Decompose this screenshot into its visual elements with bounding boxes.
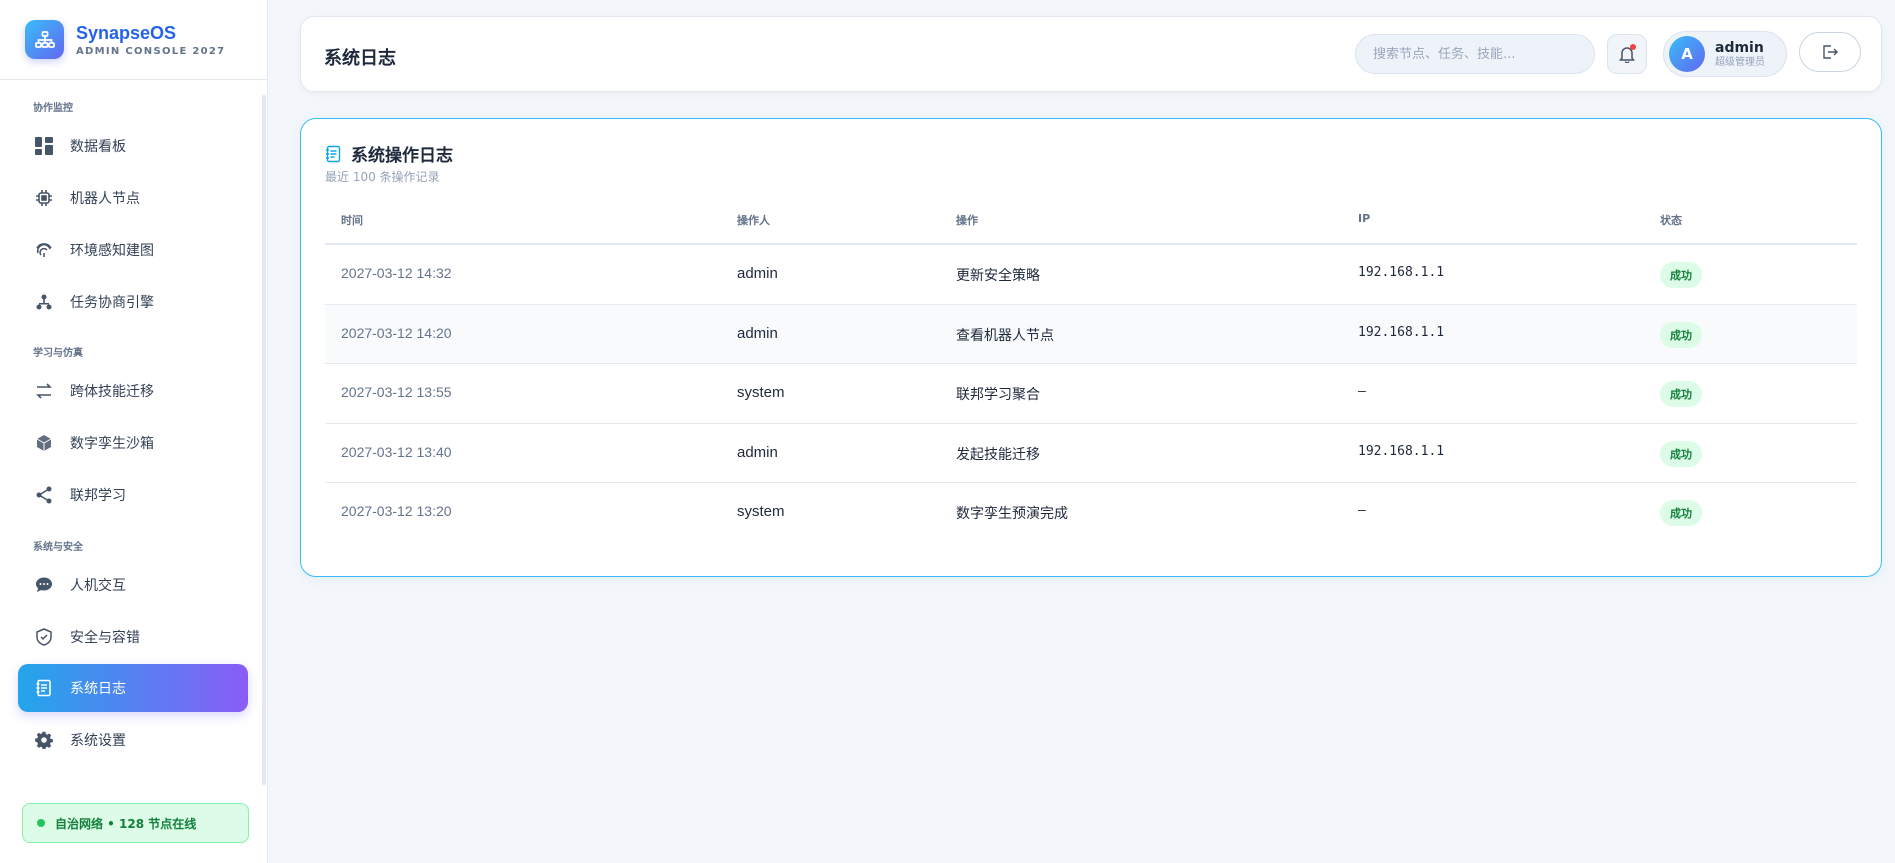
shield-check-icon [34, 627, 54, 647]
sidebar-item-label: 系统日志 [70, 681, 126, 697]
hierarchy-icon [34, 292, 54, 312]
page-title: 系统日志 [324, 48, 396, 69]
chat-bubble-icon [34, 575, 54, 595]
sidebar-item-robot-nodes[interactable]: 机器人节点 [18, 174, 248, 222]
sidebar-item-label: 联邦学习 [70, 488, 126, 504]
cell-operator: admin [737, 324, 778, 342]
sidebar-item-federated-learning[interactable]: 联邦学习 [18, 471, 248, 519]
sidebar-item-skill-transfer[interactable]: 跨体技能迁移 [18, 367, 248, 415]
top-header: 系统日志 A admin 超级管理员 [300, 16, 1882, 92]
sidebar-item-mapping[interactable]: 环境感知建图 [18, 226, 248, 274]
cell-operator: admin [737, 265, 778, 282]
nav-group-learning: 学习与仿真 [33, 348, 83, 359]
sidebar-item-safety[interactable]: 安全与容错 [18, 613, 248, 661]
user-menu[interactable]: A admin 超级管理员 [1663, 31, 1787, 77]
status-badge: 成功 [1660, 262, 1702, 288]
logout-button[interactable] [1799, 32, 1861, 72]
sidebar-item-digital-twin[interactable]: 数字孪生沙箱 [18, 419, 248, 467]
cell-action: 查看机器人节点 [956, 327, 1054, 344]
table-row[interactable]: 2027-03-12 14:20 admin 查看机器人节点 192.168.1… [325, 304, 1857, 364]
avatar: A [1669, 36, 1705, 72]
card-title-text: 系统操作日志 [351, 146, 453, 166]
network-status-badge: 自治网络 • 128 节点在线 [22, 803, 249, 843]
table-row[interactable]: 2027-03-12 13:55 system 联邦学习聚合 — 成功 [325, 364, 1857, 424]
brand-logo-icon [25, 20, 64, 59]
cell-time: 2027-03-12 13:40 [341, 443, 452, 460]
sidebar-item-label: 跨体技能迁移 [70, 384, 154, 400]
cell-ip: — [1358, 384, 1366, 399]
cell-time: 2027-03-12 14:32 [341, 265, 452, 281]
dashboard-icon [34, 136, 54, 156]
sidebar-item-label: 任务协商引擎 [70, 295, 154, 311]
user-name: admin [1715, 39, 1764, 56]
column-header-action[interactable]: 操作 [956, 212, 978, 228]
card-title: 系统操作日志 [325, 141, 453, 166]
cell-ip: 192.168.1.1 [1358, 443, 1445, 459]
sidebar-item-system-logs[interactable]: 系统日志 [18, 664, 248, 712]
card-subtitle: 最近 100 条操作记录 [325, 170, 440, 184]
column-header-ip[interactable]: IP [1358, 212, 1370, 225]
cell-action: 联邦学习聚合 [956, 387, 1040, 403]
sidebar-item-label: 数字孪生沙箱 [70, 436, 154, 452]
sidebar: SynapseOS ADMIN CONSOLE 2027 协作监控 数据看板 机… [0, 0, 268, 863]
online-dot-icon [37, 819, 45, 827]
cell-time: 2027-03-12 13:20 [341, 503, 452, 519]
log-document-icon [325, 145, 343, 163]
status-badge: 成功 [1660, 500, 1702, 526]
cell-time: 2027-03-12 13:55 [341, 384, 452, 400]
sidebar-item-hci[interactable]: 人机交互 [18, 561, 248, 609]
brand-name: SynapseOS [76, 22, 177, 43]
column-header-status[interactable]: 状态 [1660, 212, 1682, 228]
sidebar-item-dashboard[interactable]: 数据看板 [18, 122, 248, 170]
network-status-text: 自治网络 • 128 节点在线 [55, 816, 197, 831]
fingerprint-icon [34, 240, 54, 260]
cell-action: 发起技能迁移 [956, 446, 1040, 463]
chip-icon [34, 188, 54, 208]
logout-icon [1823, 45, 1838, 59]
table-header: 时间 操作人 操作 IP 状态 [325, 189, 1857, 245]
sidebar-item-label: 环境感知建图 [70, 243, 154, 259]
cell-ip: 192.168.1.1 [1358, 324, 1445, 340]
cell-operator: admin [737, 443, 778, 461]
logs-table: 时间 操作人 操作 IP 状态 2027-03-12 14:32 admin 更… [325, 189, 1857, 543]
cell-action: 数字孪生预演完成 [956, 506, 1068, 522]
brand[interactable]: SynapseOS ADMIN CONSOLE 2027 [0, 0, 267, 80]
gear-icon [34, 730, 54, 750]
notification-dot [1630, 44, 1636, 50]
notifications-button[interactable] [1607, 34, 1647, 74]
status-badge: 成功 [1660, 321, 1702, 348]
sidebar-item-label: 安全与容错 [70, 630, 140, 646]
cell-time: 2027-03-12 14:20 [341, 324, 452, 341]
user-role: 超级管理员 [1715, 56, 1765, 68]
cell-ip: — [1358, 503, 1366, 518]
sidebar-item-label: 机器人节点 [70, 191, 140, 207]
share-nodes-icon [34, 485, 54, 505]
sidebar-item-label: 人机交互 [70, 578, 126, 594]
cell-operator: system [737, 384, 785, 401]
column-header-time[interactable]: 时间 [341, 212, 363, 228]
log-document-icon [34, 678, 54, 698]
sidebar-item-label: 系统设置 [70, 733, 126, 749]
table-row[interactable]: 2027-03-12 14:32 admin 更新安全策略 192.168.1.… [325, 245, 1857, 305]
column-header-operator[interactable]: 操作人 [737, 212, 770, 228]
brand-subtitle: ADMIN CONSOLE 2027 [76, 45, 226, 57]
sidebar-item-settings[interactable]: 系统设置 [18, 716, 248, 764]
cell-ip: 192.168.1.1 [1358, 265, 1445, 280]
table-row[interactable]: 2027-03-12 13:40 admin 发起技能迁移 192.168.1.… [325, 424, 1857, 483]
table-row[interactable]: 2027-03-12 13:20 system 数字孪生预演完成 — 成功 [325, 483, 1857, 543]
transfer-arrows-icon [34, 381, 54, 401]
sidebar-scrollbar[interactable] [262, 95, 266, 785]
system-logs-card: 系统操作日志 最近 100 条操作记录 时间 操作人 操作 IP 状态 2027… [300, 118, 1882, 577]
status-badge: 成功 [1660, 440, 1702, 467]
cube-icon [34, 433, 54, 453]
status-badge: 成功 [1660, 381, 1702, 407]
sidebar-item-task-engine[interactable]: 任务协商引擎 [18, 278, 248, 326]
cell-operator: system [737, 503, 785, 520]
nav-group-monitoring: 协作监控 [33, 103, 73, 114]
cell-action: 更新安全策略 [956, 268, 1040, 284]
nav-group-security: 系统与安全 [33, 542, 83, 553]
sidebar-item-label: 数据看板 [70, 139, 126, 155]
search-input[interactable] [1355, 34, 1595, 74]
